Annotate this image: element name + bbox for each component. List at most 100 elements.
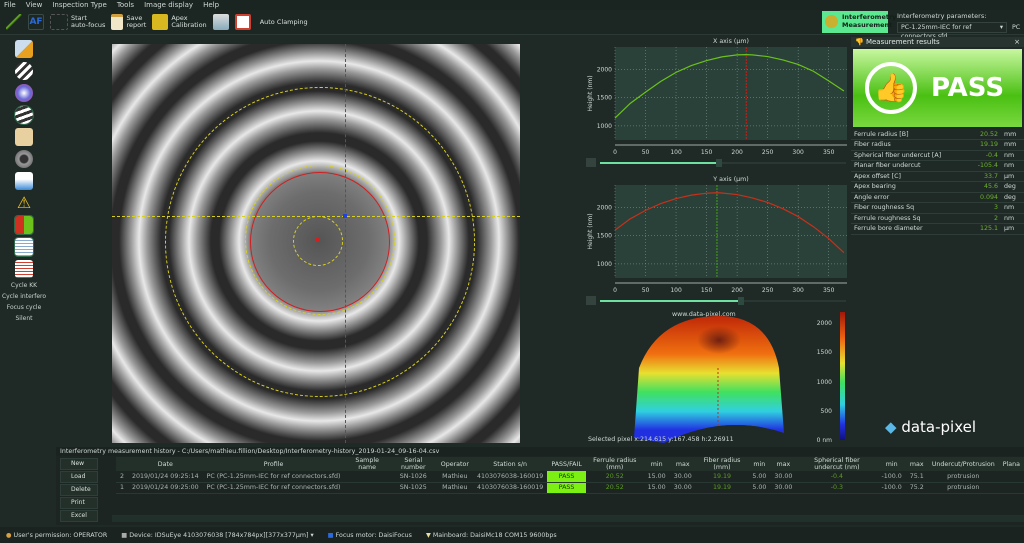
plot-area — [615, 47, 847, 140]
menu-view[interactable]: View — [26, 1, 43, 9]
menu-help[interactable]: Help — [203, 1, 219, 9]
column-header[interactable]: Date — [128, 457, 203, 471]
column-header[interactable]: min — [643, 457, 670, 471]
column-header[interactable]: Operator — [436, 457, 473, 471]
delete-button[interactable]: Delete — [60, 484, 98, 496]
color-scale-bar — [840, 312, 845, 440]
phase-map-icon[interactable] — [15, 84, 33, 102]
scale-tick: 1000 — [816, 379, 832, 386]
result-label: Ferrule roughness Sq — [851, 213, 968, 224]
close-icon[interactable]: × — [1014, 38, 1020, 46]
excel-button[interactable]: Excel — [60, 510, 98, 522]
x-tick-label: 250 — [762, 287, 774, 294]
x-tick-label: 100 — [670, 149, 682, 156]
y-slider[interactable] — [600, 297, 846, 305]
warning-icon[interactable]: ⚠ — [15, 194, 33, 212]
start-autofocus-button[interactable]: Start auto-focus — [50, 14, 105, 30]
x-slider[interactable] — [600, 159, 846, 167]
load-button[interactable]: Load — [60, 471, 98, 483]
interferogram-image[interactable] — [112, 44, 520, 443]
surface-plot — [634, 316, 784, 445]
column-header[interactable]: min — [748, 457, 771, 471]
table-cell: 15.00 — [643, 471, 670, 483]
chart-title: Y axis (µm) — [712, 176, 749, 183]
params-select[interactable]: PC-1.25mm-IEC for ref connectors.sfd▾ — [897, 22, 1007, 40]
table-cell: 2 — [116, 471, 129, 483]
auto-clamping-button[interactable]: Auto Clamping — [234, 14, 308, 30]
column-header[interactable]: Serial number — [389, 457, 437, 471]
table-cell: 2019/01/24 09:25:00 — [128, 482, 203, 494]
x-tick-label: 350 — [823, 287, 835, 294]
probe-icon[interactable] — [6, 14, 22, 30]
column-header[interactable]: max — [905, 457, 928, 471]
x-tick-label: 0 — [613, 149, 617, 156]
column-header[interactable]: Ferrule radius (mm) — [585, 457, 644, 471]
column-header[interactable]: max — [770, 457, 797, 471]
result-unit: µm — [1001, 171, 1024, 182]
pass-fail-icon[interactable] — [14, 215, 34, 235]
slider-x-icon[interactable] — [586, 158, 596, 167]
camera-icon[interactable] — [15, 150, 33, 168]
menu-image-display[interactable]: Image display — [144, 1, 193, 9]
result-value: 20.52 — [967, 129, 1002, 140]
apex-calibration-button[interactable]: Apex Calibration — [152, 14, 207, 30]
image-settings-icon[interactable] — [212, 14, 229, 30]
report-icon[interactable] — [15, 128, 33, 146]
thumbs-up-icon: 👍 — [865, 62, 917, 114]
menu-inspection-type[interactable]: Inspection Type — [52, 1, 106, 9]
surface-3d-view[interactable]: www.data-pixel.com Selected pixel x:214.… — [584, 308, 852, 445]
horizontal-scrollbar[interactable] — [112, 515, 1024, 522]
table-cell — [344, 482, 390, 494]
table-cell: 75.1 — [905, 471, 928, 483]
pass-banner: 👍 PASS — [853, 49, 1022, 127]
fringe-off-icon[interactable] — [15, 62, 33, 80]
table-row[interactable]: 1 2019/01/24 09:25:00 PC (PC-1.25mm-IEC fo… — [116, 482, 1024, 494]
cycle-interfero-toggle[interactable]: Cycle interfero — [0, 293, 48, 300]
center-marker — [316, 238, 320, 242]
column-header[interactable]: Fiber radius (mm) — [695, 457, 749, 471]
column-header[interactable]: Undercut/Protrusion — [927, 457, 999, 471]
chart-icon[interactable] — [15, 172, 33, 190]
column-header[interactable]: Spherical fiber undercut (nm) — [796, 457, 878, 471]
menu-file[interactable]: File — [4, 1, 16, 9]
result-unit: deg — [1001, 181, 1024, 193]
af-icon[interactable]: AF — [28, 14, 44, 30]
column-header[interactable]: max — [669, 457, 696, 471]
fringe-icon[interactable] — [14, 105, 34, 125]
focus-cycle-toggle[interactable]: Focus cycle — [0, 304, 48, 311]
menu-tools[interactable]: Tools — [117, 1, 134, 9]
column-header[interactable]: Station s/n — [472, 457, 548, 471]
device-status[interactable]: ■ Device: IDSuEye 4103076038 [784x784px]… — [121, 532, 313, 539]
x-tick-label: 200 — [731, 287, 743, 294]
selected-pixel-readout: Selected pixel x:214.615 y:167.458 h:2.2… — [588, 436, 734, 443]
save-report-button[interactable]: Save report — [111, 14, 146, 30]
interferometry-measurement-button[interactable]: Interferometry Measurement — [822, 11, 896, 33]
column-header[interactable]: Sample name — [344, 457, 390, 471]
table-cell: SN-1025 — [389, 482, 437, 494]
cycle-kk-toggle[interactable]: Cycle KK — [0, 282, 48, 289]
table-icon[interactable] — [14, 237, 34, 257]
column-header[interactable]: min — [877, 457, 906, 471]
slider-y-icon[interactable] — [586, 296, 596, 305]
camera-icon: ■ — [121, 531, 128, 539]
y-axis-label: Height (nm) — [587, 75, 594, 111]
table-cell: Mathieu — [436, 471, 473, 483]
silent-toggle[interactable]: Silent — [0, 315, 48, 322]
column-header[interactable]: Profile — [202, 457, 345, 471]
history-icon[interactable] — [15, 260, 33, 278]
result-value: 125.1 — [967, 223, 1002, 235]
column-header[interactable]: PASS/FAIL — [547, 457, 586, 471]
horizontal-crosshair[interactable] — [112, 216, 520, 217]
edit-image-icon[interactable] — [15, 40, 33, 58]
print-button[interactable]: Print — [60, 497, 98, 509]
column-header[interactable]: Plana — [998, 457, 1024, 471]
column-header[interactable] — [116, 457, 129, 471]
table-cell: 30.00 — [770, 482, 797, 494]
vertical-crosshair[interactable] — [345, 44, 346, 443]
result-value: 45.6 — [967, 181, 1002, 193]
result-label: Angle error — [851, 192, 968, 203]
thumbs-icon: 👎 — [855, 38, 864, 46]
table-row[interactable]: 2 2019/01/24 09:25:14 PC (PC-1.25mm-IEC fo… — [116, 471, 1024, 483]
weight-icon — [152, 14, 169, 30]
new-button[interactable]: New — [60, 458, 98, 470]
